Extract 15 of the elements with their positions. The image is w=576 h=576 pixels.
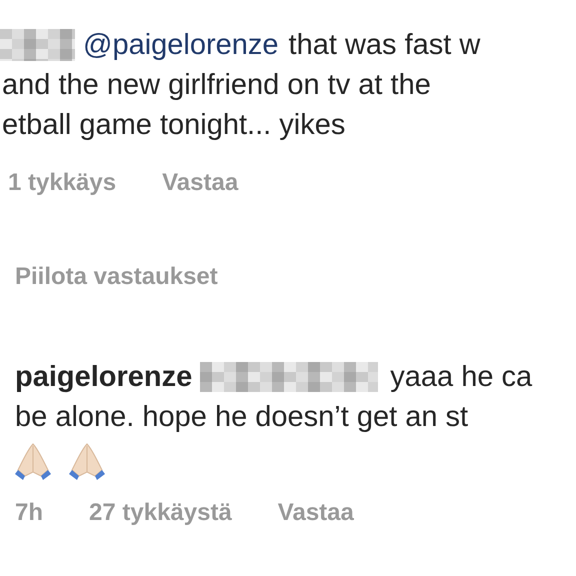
comment-text: etball game tonight... yikes [2,108,346,142]
reply-text: yaaa he ca [390,360,532,394]
reply-link[interactable]: Vastaa [162,169,238,197]
comment-text: and the new girlfriend on tv at the [2,68,431,102]
praying-hands-icon [69,442,105,480]
mention-link[interactable]: @paigelorenze [83,28,279,62]
reply-text: be alone. hope he doesn’t get an st [15,400,468,434]
username[interactable]: paigelorenze [15,360,192,394]
like-count: 27 tykkäystä [89,499,232,527]
like-count: 1 tykkäys [8,169,116,197]
timestamp: 7h [15,499,44,527]
reply-link[interactable]: Vastaa [278,499,354,527]
hide-replies-link[interactable]: Piilota vastaukset [15,263,218,291]
praying-hands-icon [15,442,51,480]
comment-text: that was fast w [288,28,480,62]
